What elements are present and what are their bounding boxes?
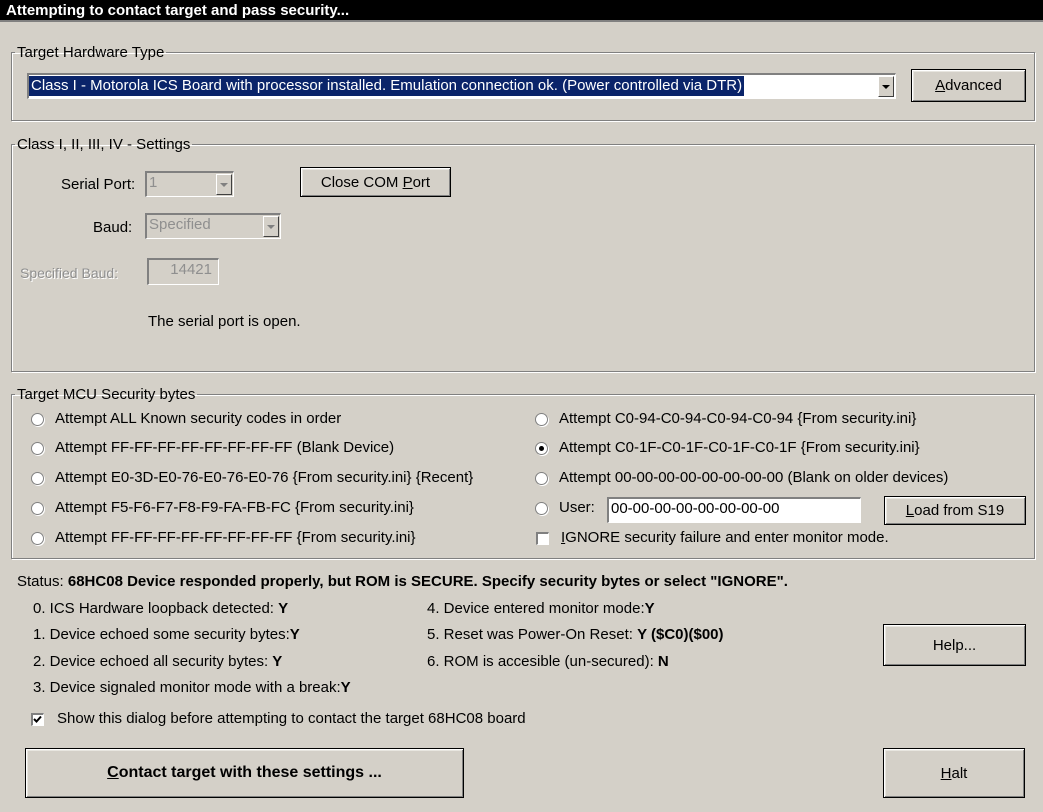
radio-label: Attempt FF-FF-FF-FF-FF-FF-FF-FF (Blank D… [55,439,395,456]
chevron-down-icon [882,84,890,89]
status-item-label: 2. Device echoed all security bytes: [33,653,269,670]
advanced-button-label: Advanced [935,77,1002,94]
halt-button[interactable]: Halt [883,748,1025,798]
close-com-port-button[interactable]: Close COM Port [300,167,451,197]
radio-button[interactable] [31,472,44,485]
load-s19-label: Load from S19 [906,502,1004,519]
serial-port-dropdown-button[interactable] [216,174,232,195]
baud-value: Specified [149,216,211,233]
user-label: User: [559,499,595,516]
hardware-type-select[interactable]: Class I - Motorola ICS Board with proces… [27,73,896,99]
halt-label-rest: alt [951,764,968,782]
radio-button[interactable] [31,532,44,545]
ignore-label-rest: GNORE security failure and enter monitor… [565,529,889,546]
status-item-label: 4. Device entered monitor mode: [427,600,645,617]
ignore-label: IGNORE security failure and enter monito… [561,529,889,546]
close-com-accel: P [402,173,413,191]
status-item-label: 3. Device signaled monitor mode with a b… [33,679,341,696]
serial-port-select[interactable]: 1 [145,171,234,197]
load-from-s19-button[interactable]: Load from S19 [884,496,1026,525]
port-status-text: The serial port is open. [148,313,301,330]
advanced-label-rest: dvanced [945,77,1002,94]
show-dialog-label: Show this dialog before attempting to co… [57,710,526,727]
radio-label: Attempt E0-3D-E0-76-E0-76-E0-76 {From se… [55,469,474,486]
chevron-down-icon [220,182,228,187]
specified-baud-label: Specified Baud: [20,265,119,281]
advanced-button[interactable]: Advanced [911,69,1026,102]
radio-button[interactable] [535,472,548,485]
radio-button[interactable] [31,413,44,426]
status-item-4: 4. Device entered monitor mode:Y [427,600,655,617]
load-accel: L [905,502,915,519]
radio-label: Attempt ALL Known security codes in orde… [55,410,342,427]
status-item-value: Y [272,653,283,670]
advanced-accel: A [935,77,946,94]
specified-baud-value: 14421 [170,261,212,278]
radio-label: Attempt F5-F6-F7-F8-F9-FA-FB-FC {From se… [55,499,414,516]
radio-label: Attempt 00-00-00-00-00-00-00-00 (Blank o… [559,469,949,486]
serial-port-value: 1 [149,174,158,191]
status-item-1: 1. Device echoed some security bytes:Y [33,626,300,643]
radio-label: Attempt C0-1F-C0-1F-C0-1F-C0-1F {From se… [559,439,920,456]
radio-label: Attempt C0-94-C0-94-C0-94-C0-94 {From se… [559,410,917,427]
checkmark-icon [33,715,42,723]
serial-port-label: Serial Port: [61,176,136,193]
radio-button-selected[interactable] [535,442,548,455]
help-button-label: Help... [932,636,977,654]
ignore-checkbox[interactable] [536,532,549,545]
radio-button[interactable] [535,502,548,515]
baud-select[interactable]: Specified [145,213,281,239]
status-item-label: 5. Reset was Power-On Reset: [427,626,633,643]
status-item-label: 0. ICS Hardware loopback detected: [33,600,274,617]
user-security-value: 00-00-00-00-00-00-00-00 [611,500,780,517]
security-legend: Target MCU Security bytes [17,386,196,403]
radio-button[interactable] [535,413,548,426]
status-item-2: 2. Device echoed all security bytes: Y [33,653,282,670]
radio-button[interactable] [31,442,44,455]
show-dialog-checkbox[interactable] [31,713,44,726]
radio-button[interactable] [31,502,44,515]
status-item-3: 3. Device signaled monitor mode with a b… [33,679,351,696]
contact-accel: C [107,764,119,781]
settings-legend: Class I, II, III, IV - Settings [17,136,191,153]
close-com-post: ort [412,173,431,191]
status-item-value: N [657,653,669,670]
status-message: 68HC08 Device responded properly, but RO… [67,573,788,590]
halt-label: Halt [941,765,968,782]
contact-target-label: Contact target with these settings ... [107,764,382,782]
window-title: Attempting to contact target and pass se… [0,0,1043,22]
status-item-value: Y ($C0)($00) [637,626,724,643]
help-button[interactable]: Help... [883,624,1026,666]
status-item-5: 5. Reset was Power-On Reset: Y ($C0)($00… [427,626,724,643]
contact-label-rest: ontact target with these settings ... [118,764,382,781]
radio-dot [539,446,544,451]
status-item-label: 6. ROM is accesible (un-secured): [427,653,654,670]
baud-dropdown-button[interactable] [263,216,279,237]
status-item-label: 1. Device echoed some security bytes: [33,626,290,643]
hardware-type-legend: Target Hardware Type [17,44,165,61]
specified-baud-field[interactable]: 14421 [147,258,219,285]
status-item-value: Y [644,600,655,617]
baud-label: Baud: [93,219,133,236]
status-item-0: 0. ICS Hardware loopback detected: Y [33,600,288,617]
chevron-down-icon [267,224,275,229]
hardware-dropdown-button[interactable] [878,76,894,97]
status-item-value: Y [340,679,351,696]
close-com-label: Close COM Port [321,174,430,191]
status-label: Status: [17,573,64,590]
status-line: Status: 68HC08 Device responded properly… [17,573,788,590]
user-security-input[interactable]: 00-00-00-00-00-00-00-00 [607,497,861,523]
status-item-value: Y [278,600,289,617]
radio-label: Attempt FF-FF-FF-FF-FF-FF-FF-FF {From se… [55,529,416,546]
hardware-type-value: Class I - Motorola ICS Board with proces… [29,76,745,96]
halt-accel: H [940,764,952,782]
load-label-rest: oad from S19 [914,502,1005,519]
status-item-value: Y [289,626,300,643]
contact-target-button[interactable]: Contact target with these settings ... [25,748,464,798]
status-item-6: 6. ROM is accesible (un-secured): N [427,653,669,670]
close-com-pre: Close COM [320,173,403,191]
